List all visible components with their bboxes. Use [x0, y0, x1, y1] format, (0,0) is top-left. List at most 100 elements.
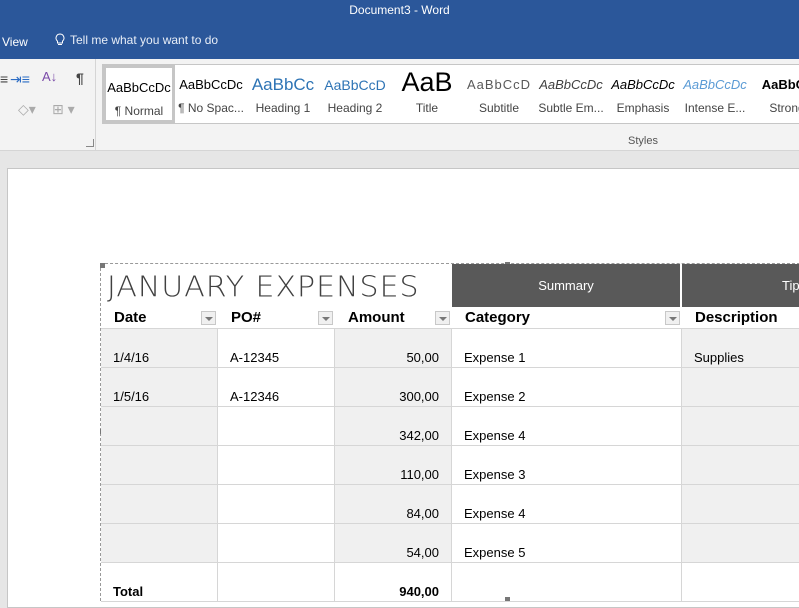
style-item[interactable]: AaB Title — [391, 65, 463, 123]
table-cell-po[interactable] — [218, 446, 335, 485]
column-header-label: Category — [465, 309, 531, 326]
style-item[interactable]: AaBbCcDc Intense E... — [679, 65, 751, 123]
sort-icon[interactable]: A↓ — [42, 69, 57, 84]
total-row-cell[interactable] — [218, 563, 335, 602]
table-cell-category[interactable]: Expense 3 — [452, 446, 682, 485]
table-cell-po[interactable] — [218, 524, 335, 563]
table-cell-amount[interactable]: 84,00 — [335, 485, 452, 524]
style-item[interactable]: AaBbCc Strong — [751, 65, 799, 123]
filter-dropdown-icon[interactable] — [665, 311, 680, 325]
style-label: Subtitle — [478, 101, 520, 115]
cell-value: 342,00 — [399, 428, 439, 443]
table-cell-description[interactable] — [682, 368, 799, 407]
style-item[interactable]: AaBbCcD Heading 2 — [319, 65, 391, 123]
table-cell-date[interactable] — [101, 524, 218, 563]
total-row-cell[interactable]: Total — [101, 563, 218, 602]
table-cell-amount[interactable]: 110,00 — [335, 446, 452, 485]
column-header-label: Date — [114, 309, 147, 326]
table-cell-description[interactable] — [682, 485, 799, 524]
filter-dropdown-icon[interactable] — [435, 311, 450, 325]
table-cell-amount[interactable]: 50,00 — [335, 329, 452, 368]
cell-value: A-12345 — [230, 350, 280, 365]
paragraph-launcher-icon[interactable] — [86, 139, 94, 147]
window-title: Document3 - Word — [349, 3, 450, 17]
style-sample: AaBbCcDc — [683, 77, 747, 92]
cell-value: 1/5/16 — [113, 389, 150, 404]
table-cell-date[interactable] — [101, 485, 218, 524]
table-cell-amount[interactable]: 342,00 — [335, 407, 452, 446]
tips-banner: Tip — [682, 264, 799, 307]
style-sample: AaBbCcDc — [107, 80, 171, 95]
style-item[interactable]: AaBbCcDc Emphasis — [607, 65, 679, 123]
table-cell-po[interactable]: A-12345 — [218, 329, 335, 368]
table-cell-category[interactable]: Expense 4 — [452, 485, 682, 524]
style-label: Intense E... — [684, 101, 746, 115]
title-bar: Document3 - Word — [0, 0, 799, 24]
style-item[interactable]: AaBbCcDc ¶ No Spac... — [175, 65, 247, 123]
paragraph-group: ≡ ⇥≡ A↓ ¶ ◇▾ ⊞ ▾ — [0, 59, 96, 151]
filter-dropdown-icon[interactable] — [201, 311, 216, 325]
style-sample: AaBbCcDc — [179, 77, 243, 92]
cell-value: Expense 5 — [464, 545, 526, 560]
cell-value: 50,00 — [406, 350, 439, 365]
cell-value: Expense 2 — [464, 389, 526, 404]
shading-icon[interactable]: ◇▾ — [18, 101, 36, 118]
table-cell-category[interactable]: Expense 2 — [452, 368, 682, 407]
cell-value: Expense 4 — [464, 428, 526, 443]
menu-bar: View Tell me what you want to do — [0, 24, 799, 59]
table-cell-po[interactable] — [218, 407, 335, 446]
decrease-indent-icon[interactable]: ≡ — [0, 71, 8, 87]
table-cell-po[interactable]: A-12346 — [218, 368, 335, 407]
table-cell-po[interactable] — [218, 485, 335, 524]
ribbon: ≡ ⇥≡ A↓ ¶ ◇▾ ⊞ ▾ AaBbCcDc ¶ Normal AaBbCcD… — [0, 59, 799, 151]
total-row-cell[interactable] — [682, 563, 799, 602]
total-label: Total — [113, 584, 144, 599]
style-label: ¶ No Spac... — [178, 101, 244, 115]
style-item[interactable]: AaBbCcDc ¶ Normal — [103, 65, 175, 123]
table-cell-amount[interactable]: 300,00 — [335, 368, 452, 407]
table-cell-description[interactable] — [682, 446, 799, 485]
increase-indent-icon[interactable]: ⇥≡ — [10, 71, 30, 88]
pilcrow-icon[interactable]: ¶ — [76, 70, 84, 86]
total-amount: 940,00 — [399, 584, 439, 599]
cell-value: A-12346 — [230, 389, 280, 404]
style-sample: AaBbCcD — [466, 77, 532, 92]
cell-value: Expense 3 — [464, 467, 526, 482]
style-sample: AaBbCcDc — [539, 77, 603, 92]
styles-group-label: Styles — [628, 135, 658, 147]
tell-me-box[interactable]: Tell me what you want to do — [54, 33, 218, 47]
cell-value: Expense 4 — [464, 506, 526, 521]
table-title: JANUARY EXPENSES — [107, 270, 420, 305]
style-item[interactable]: AaBbCcDc Subtle Em... — [535, 65, 607, 123]
table-move-handle[interactable] — [100, 263, 105, 268]
table-cell-description[interactable] — [682, 524, 799, 563]
filter-dropdown-icon[interactable] — [318, 311, 333, 325]
style-sample: AaB — [401, 67, 453, 97]
table-cell-date[interactable]: 1/5/16 — [101, 368, 218, 407]
table-cell-description[interactable]: Supplies — [682, 329, 799, 368]
style-item[interactable]: AaBbCcD Subtitle — [463, 65, 535, 123]
style-label: Heading 1 — [255, 101, 311, 115]
cell-value: Supplies — [694, 350, 744, 365]
styles-gallery: AaBbCcDc ¶ Normal AaBbCcDc ¶ No Spac... AaBb… — [102, 64, 799, 124]
table-cell-category[interactable]: Expense 1 — [452, 329, 682, 368]
total-row-cell[interactable]: 940,00 — [335, 563, 452, 602]
table-cell-date[interactable]: 1/4/16 — [101, 329, 218, 368]
table-cell-date[interactable] — [101, 446, 218, 485]
table-cell-date[interactable] — [101, 407, 218, 446]
cell-value: Expense 1 — [464, 350, 526, 365]
style-label: ¶ Normal — [114, 104, 164, 118]
style-sample: AaBbCcDc — [611, 77, 675, 92]
total-row-cell[interactable] — [452, 563, 682, 602]
table-cell-amount[interactable]: 54,00 — [335, 524, 452, 563]
table-cell-category[interactable]: Expense 5 — [452, 524, 682, 563]
table-cell-category[interactable]: Expense 4 — [452, 407, 682, 446]
cell-value: 300,00 — [399, 389, 439, 404]
borders-icon[interactable]: ⊞ ▾ — [52, 101, 75, 118]
style-item[interactable]: AaBbCc Heading 1 — [247, 65, 319, 123]
tab-view[interactable]: View — [2, 35, 28, 49]
table-cell-description[interactable] — [682, 407, 799, 446]
style-sample: AaBbCcD — [324, 77, 386, 93]
style-label: Heading 2 — [327, 101, 383, 115]
column-header-label: Description — [695, 309, 778, 326]
